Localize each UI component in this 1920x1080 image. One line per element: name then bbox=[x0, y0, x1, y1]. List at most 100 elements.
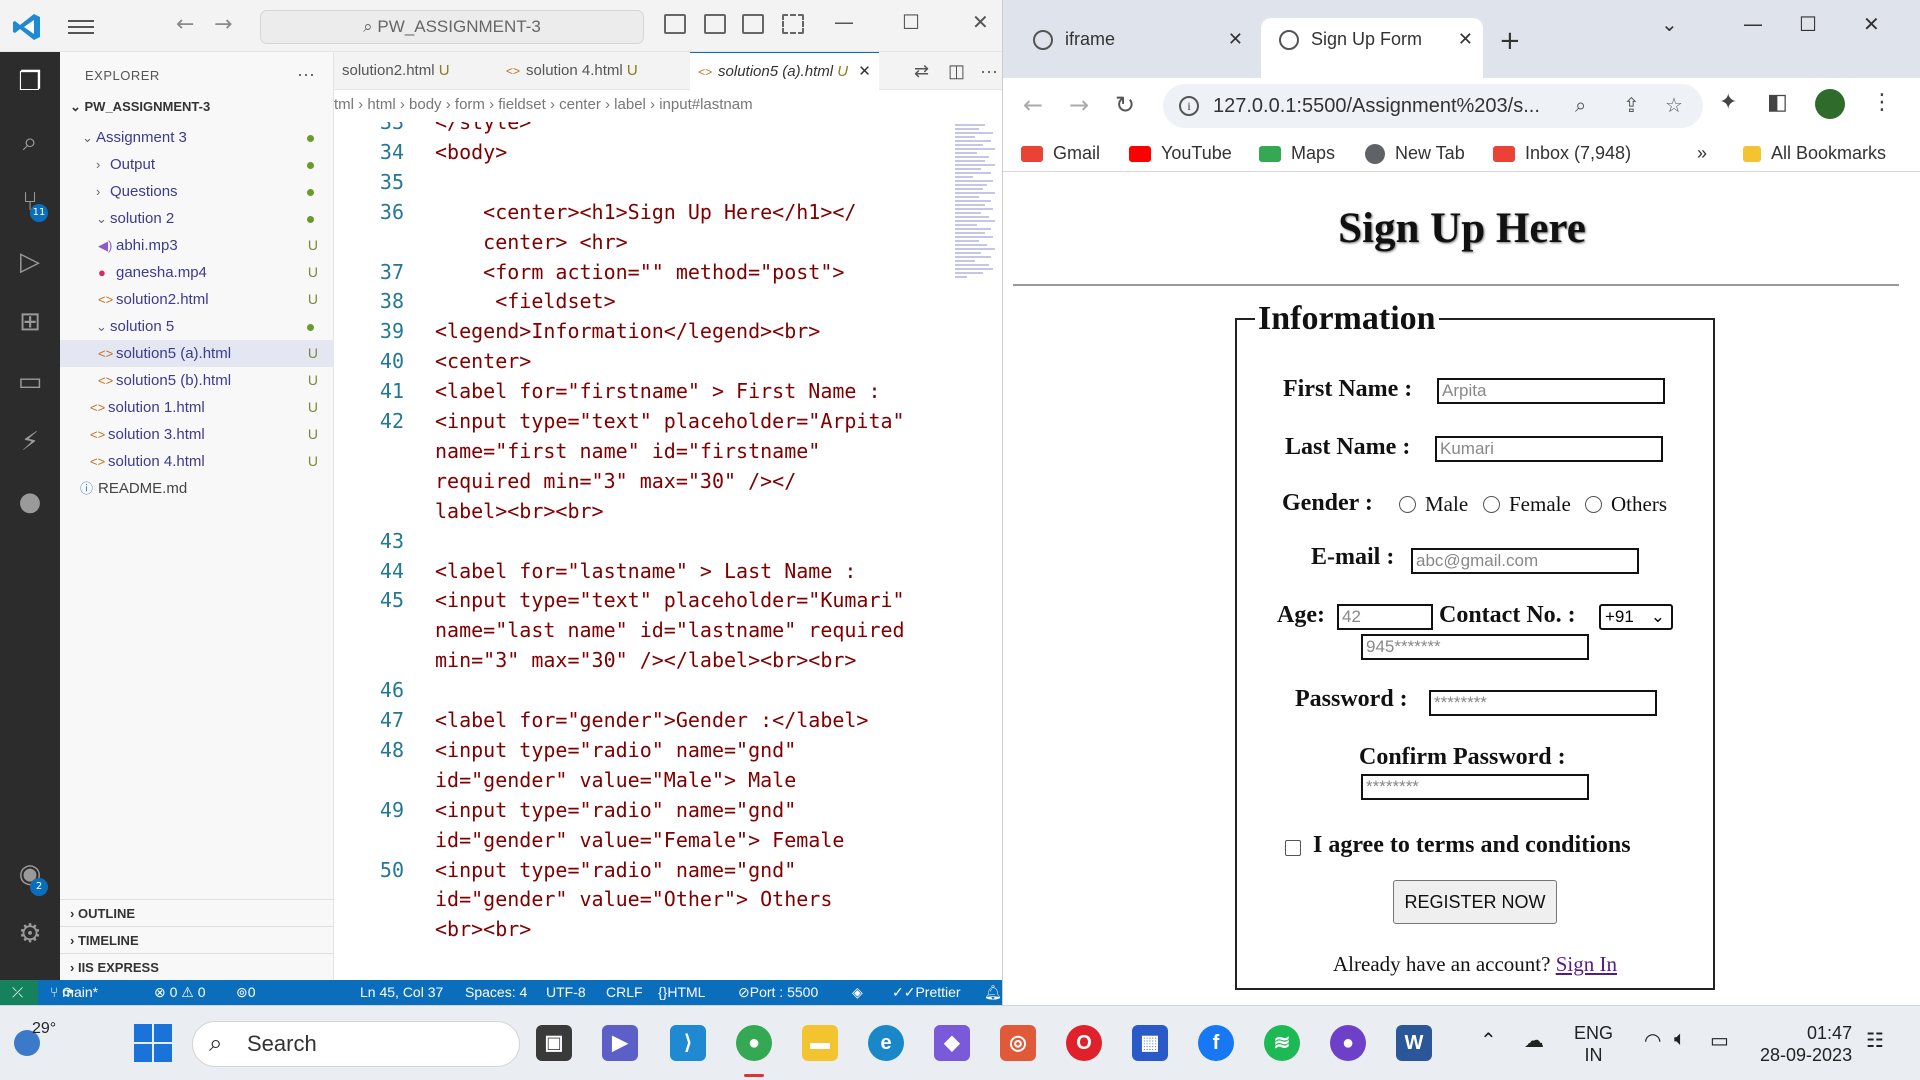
branch-status[interactable]: ⑂ main* ⟳ bbox=[50, 980, 98, 1005]
maximize-button[interactable]: ☐ bbox=[902, 10, 920, 34]
bookmark-maps[interactable]: Maps bbox=[1259, 138, 1335, 168]
side-panel-icon[interactable]: ◧ bbox=[1767, 90, 1788, 115]
eol-status[interactable]: CRLF bbox=[606, 980, 643, 1005]
breadcrumb-item[interactable]: tml bbox=[334, 96, 354, 113]
register-now-button[interactable]: REGISTER NOW bbox=[1393, 880, 1557, 924]
back-arrow-icon[interactable]: ← bbox=[176, 12, 194, 37]
github-desktop-icon[interactable]: ● bbox=[1330, 1025, 1366, 1061]
password-input[interactable]: ******** bbox=[1429, 690, 1657, 716]
indentation-status[interactable]: Spaces: 4 bbox=[465, 980, 527, 1005]
cursor-position[interactable]: Ln 45, Col 37 bbox=[360, 980, 443, 1005]
menu-dots-icon[interactable]: ⋮ bbox=[1871, 90, 1893, 115]
new-tab-icon[interactable]: + bbox=[1499, 26, 1521, 56]
maximize-button[interactable]: ☐ bbox=[1799, 12, 1817, 36]
tree-folder-solution-2[interactable]: ⌄ solution 2 bbox=[60, 205, 334, 232]
microsoft-store-icon[interactable]: ▦ bbox=[1132, 1025, 1168, 1061]
share-icon[interactable]: ⇪ bbox=[1623, 84, 1640, 128]
close-button[interactable]: ✕ bbox=[1863, 12, 1880, 36]
prettier-status[interactable]: ✓✓ Prettier bbox=[892, 980, 961, 1005]
notification-center-icon[interactable]: ☷ bbox=[1866, 1028, 1884, 1053]
breadcrumb-item[interactable]: body bbox=[409, 96, 442, 113]
split-editor-icon[interactable]: ◫ bbox=[940, 52, 973, 90]
open-changes-icon[interactable]: ⇄ bbox=[906, 52, 937, 90]
close-tab-icon[interactable]: ✕ bbox=[1228, 20, 1243, 58]
opera-icon[interactable]: O bbox=[1066, 1025, 1102, 1061]
email-input[interactable]: abc@gmail.com bbox=[1411, 548, 1639, 574]
chrome-taskbar-icon[interactable]: ● bbox=[736, 1025, 772, 1061]
terms-checkbox[interactable] bbox=[1285, 840, 1301, 856]
github-icon[interactable]: ● bbox=[14, 486, 46, 518]
minimize-button[interactable]: — bbox=[1743, 12, 1763, 36]
copilot-icon[interactable]: ◆ bbox=[934, 1025, 970, 1061]
tab-iframe[interactable]: iframe ✕ bbox=[1033, 20, 1253, 58]
word-icon[interactable]: W bbox=[1396, 1025, 1432, 1061]
command-center-search[interactable]: ⌕ PW_ASSIGNMENT-3 bbox=[260, 10, 644, 44]
close-button[interactable]: ✕ bbox=[972, 10, 989, 34]
wifi-icon[interactable]: ◠ bbox=[1644, 1028, 1661, 1053]
copilot-icon[interactable]: ◈ bbox=[852, 980, 863, 1005]
gender-male-radio[interactable] bbox=[1399, 496, 1416, 513]
extensions-icon[interactable]: ⊞ bbox=[14, 306, 46, 338]
tree-file-solution-1-html[interactable]: <> solution 1.html U bbox=[60, 394, 334, 421]
tab-solution2-html[interactable]: solution2.html U bbox=[334, 52, 458, 90]
breadcrumb-item[interactable]: html bbox=[367, 96, 395, 113]
thunder-icon[interactable]: ⚡ bbox=[14, 426, 46, 458]
confirm-password-input[interactable]: ******** bbox=[1361, 774, 1589, 800]
timeline-section[interactable]: › TIMELINE bbox=[60, 926, 334, 953]
address-bar[interactable]: i 127.0.0.1:5500/Assignment%203/s... ⌕ ⇪… bbox=[1163, 84, 1703, 128]
explorer-icon[interactable]: ❐ bbox=[14, 66, 46, 98]
onedrive-icon[interactable]: ☁ bbox=[1524, 1028, 1544, 1053]
bookmark-star-icon[interactable]: ☆ bbox=[1665, 84, 1683, 128]
start-icon[interactable] bbox=[134, 1024, 172, 1062]
first-name-input[interactable]: Arpita bbox=[1437, 378, 1665, 404]
bookmark-gmail[interactable]: Gmail bbox=[1021, 138, 1100, 168]
more-bookmarks-icon[interactable]: » bbox=[1697, 138, 1707, 168]
breadcrumb-item[interactable]: form bbox=[455, 96, 485, 113]
minimap[interactable] bbox=[955, 122, 1001, 362]
tree-file-solution2-html[interactable]: <> solution2.html U bbox=[60, 286, 334, 313]
age-input[interactable]: 42 bbox=[1337, 604, 1433, 630]
tab-sign-up-form[interactable]: Sign Up Form ✕ bbox=[1261, 18, 1483, 78]
toggle-panel-icon[interactable] bbox=[704, 14, 726, 34]
weather-widget[interactable]: 29° bbox=[14, 1020, 60, 1066]
tree-file-solution5-a-html[interactable]: <> solution5 (a).html U bbox=[60, 340, 334, 367]
menu-icon[interactable] bbox=[68, 16, 94, 36]
clock[interactable]: 01:47 28-09-2023 bbox=[1760, 1022, 1852, 1066]
tab-solution-4-html[interactable]: <> solution 4.html U bbox=[498, 52, 646, 90]
country-code-select[interactable]: +91 ⌄ bbox=[1599, 604, 1673, 630]
language-indicator[interactable]: ENG IN bbox=[1574, 1022, 1613, 1066]
edge-icon[interactable]: e bbox=[868, 1025, 904, 1061]
bookmark-new-tab[interactable]: New Tab bbox=[1365, 138, 1465, 168]
bookmark-inbox[interactable]: Inbox (7,948) bbox=[1493, 138, 1631, 168]
more-actions-icon[interactable]: ··· bbox=[972, 52, 1002, 90]
teams-icon[interactable]: ▶ bbox=[602, 1025, 638, 1061]
breadcrumb-item[interactable]: fieldset bbox=[498, 96, 546, 113]
vscode-taskbar-icon[interactable]: ⟩ bbox=[670, 1025, 706, 1061]
tab-solution5-a-html[interactable]: <> solution5 (a).html U ✕ bbox=[690, 52, 879, 90]
more-actions-icon[interactable]: ··· bbox=[297, 64, 315, 85]
problems-status[interactable]: ⊗ 0 ⚠ 0 bbox=[154, 980, 206, 1005]
gender-female-radio[interactable] bbox=[1483, 496, 1500, 513]
forward-arrow-icon[interactable]: → bbox=[214, 12, 232, 37]
language-mode[interactable]: {} HTML bbox=[658, 980, 705, 1005]
customize-layout-icon[interactable] bbox=[782, 14, 804, 34]
close-tab-icon[interactable]: ✕ bbox=[858, 63, 871, 80]
facebook-icon[interactable]: f bbox=[1198, 1025, 1234, 1061]
code-editor[interactable]: 33 </style> 34 <body> 35 36 <center><h1>Sign … bbox=[334, 122, 954, 980]
tree-file-solution5-b-html[interactable]: <> solution5 (b).html U bbox=[60, 367, 334, 394]
battery-icon[interactable]: ▭ bbox=[1710, 1028, 1729, 1053]
settings-gear-icon[interactable]: ⚙ bbox=[14, 918, 46, 950]
profile-avatar[interactable] bbox=[1815, 89, 1845, 119]
volume-icon[interactable]: 🔈︎ bbox=[1674, 1028, 1686, 1051]
tree-file-solution-4-html[interactable]: <> solution 4.html U bbox=[60, 448, 334, 475]
minimize-button[interactable]: — bbox=[834, 10, 854, 34]
tree-folder-questions[interactable]: › Questions bbox=[60, 178, 334, 205]
breadcrumb-item[interactable]: label bbox=[614, 96, 646, 113]
zoom-icon[interactable]: ⌕ bbox=[1575, 84, 1586, 128]
last-name-input[interactable]: Kumari bbox=[1435, 436, 1663, 462]
show-hidden-icons-icon[interactable]: ⌃ bbox=[1480, 1028, 1497, 1053]
close-tab-icon[interactable]: ✕ bbox=[1458, 18, 1473, 60]
gender-others-radio[interactable] bbox=[1585, 496, 1602, 513]
iis-express-section[interactable]: › IIS EXPRESS bbox=[60, 953, 334, 980]
tree-file-ganesha-mp4[interactable]: ● ganesha.mp4 U bbox=[60, 259, 334, 286]
